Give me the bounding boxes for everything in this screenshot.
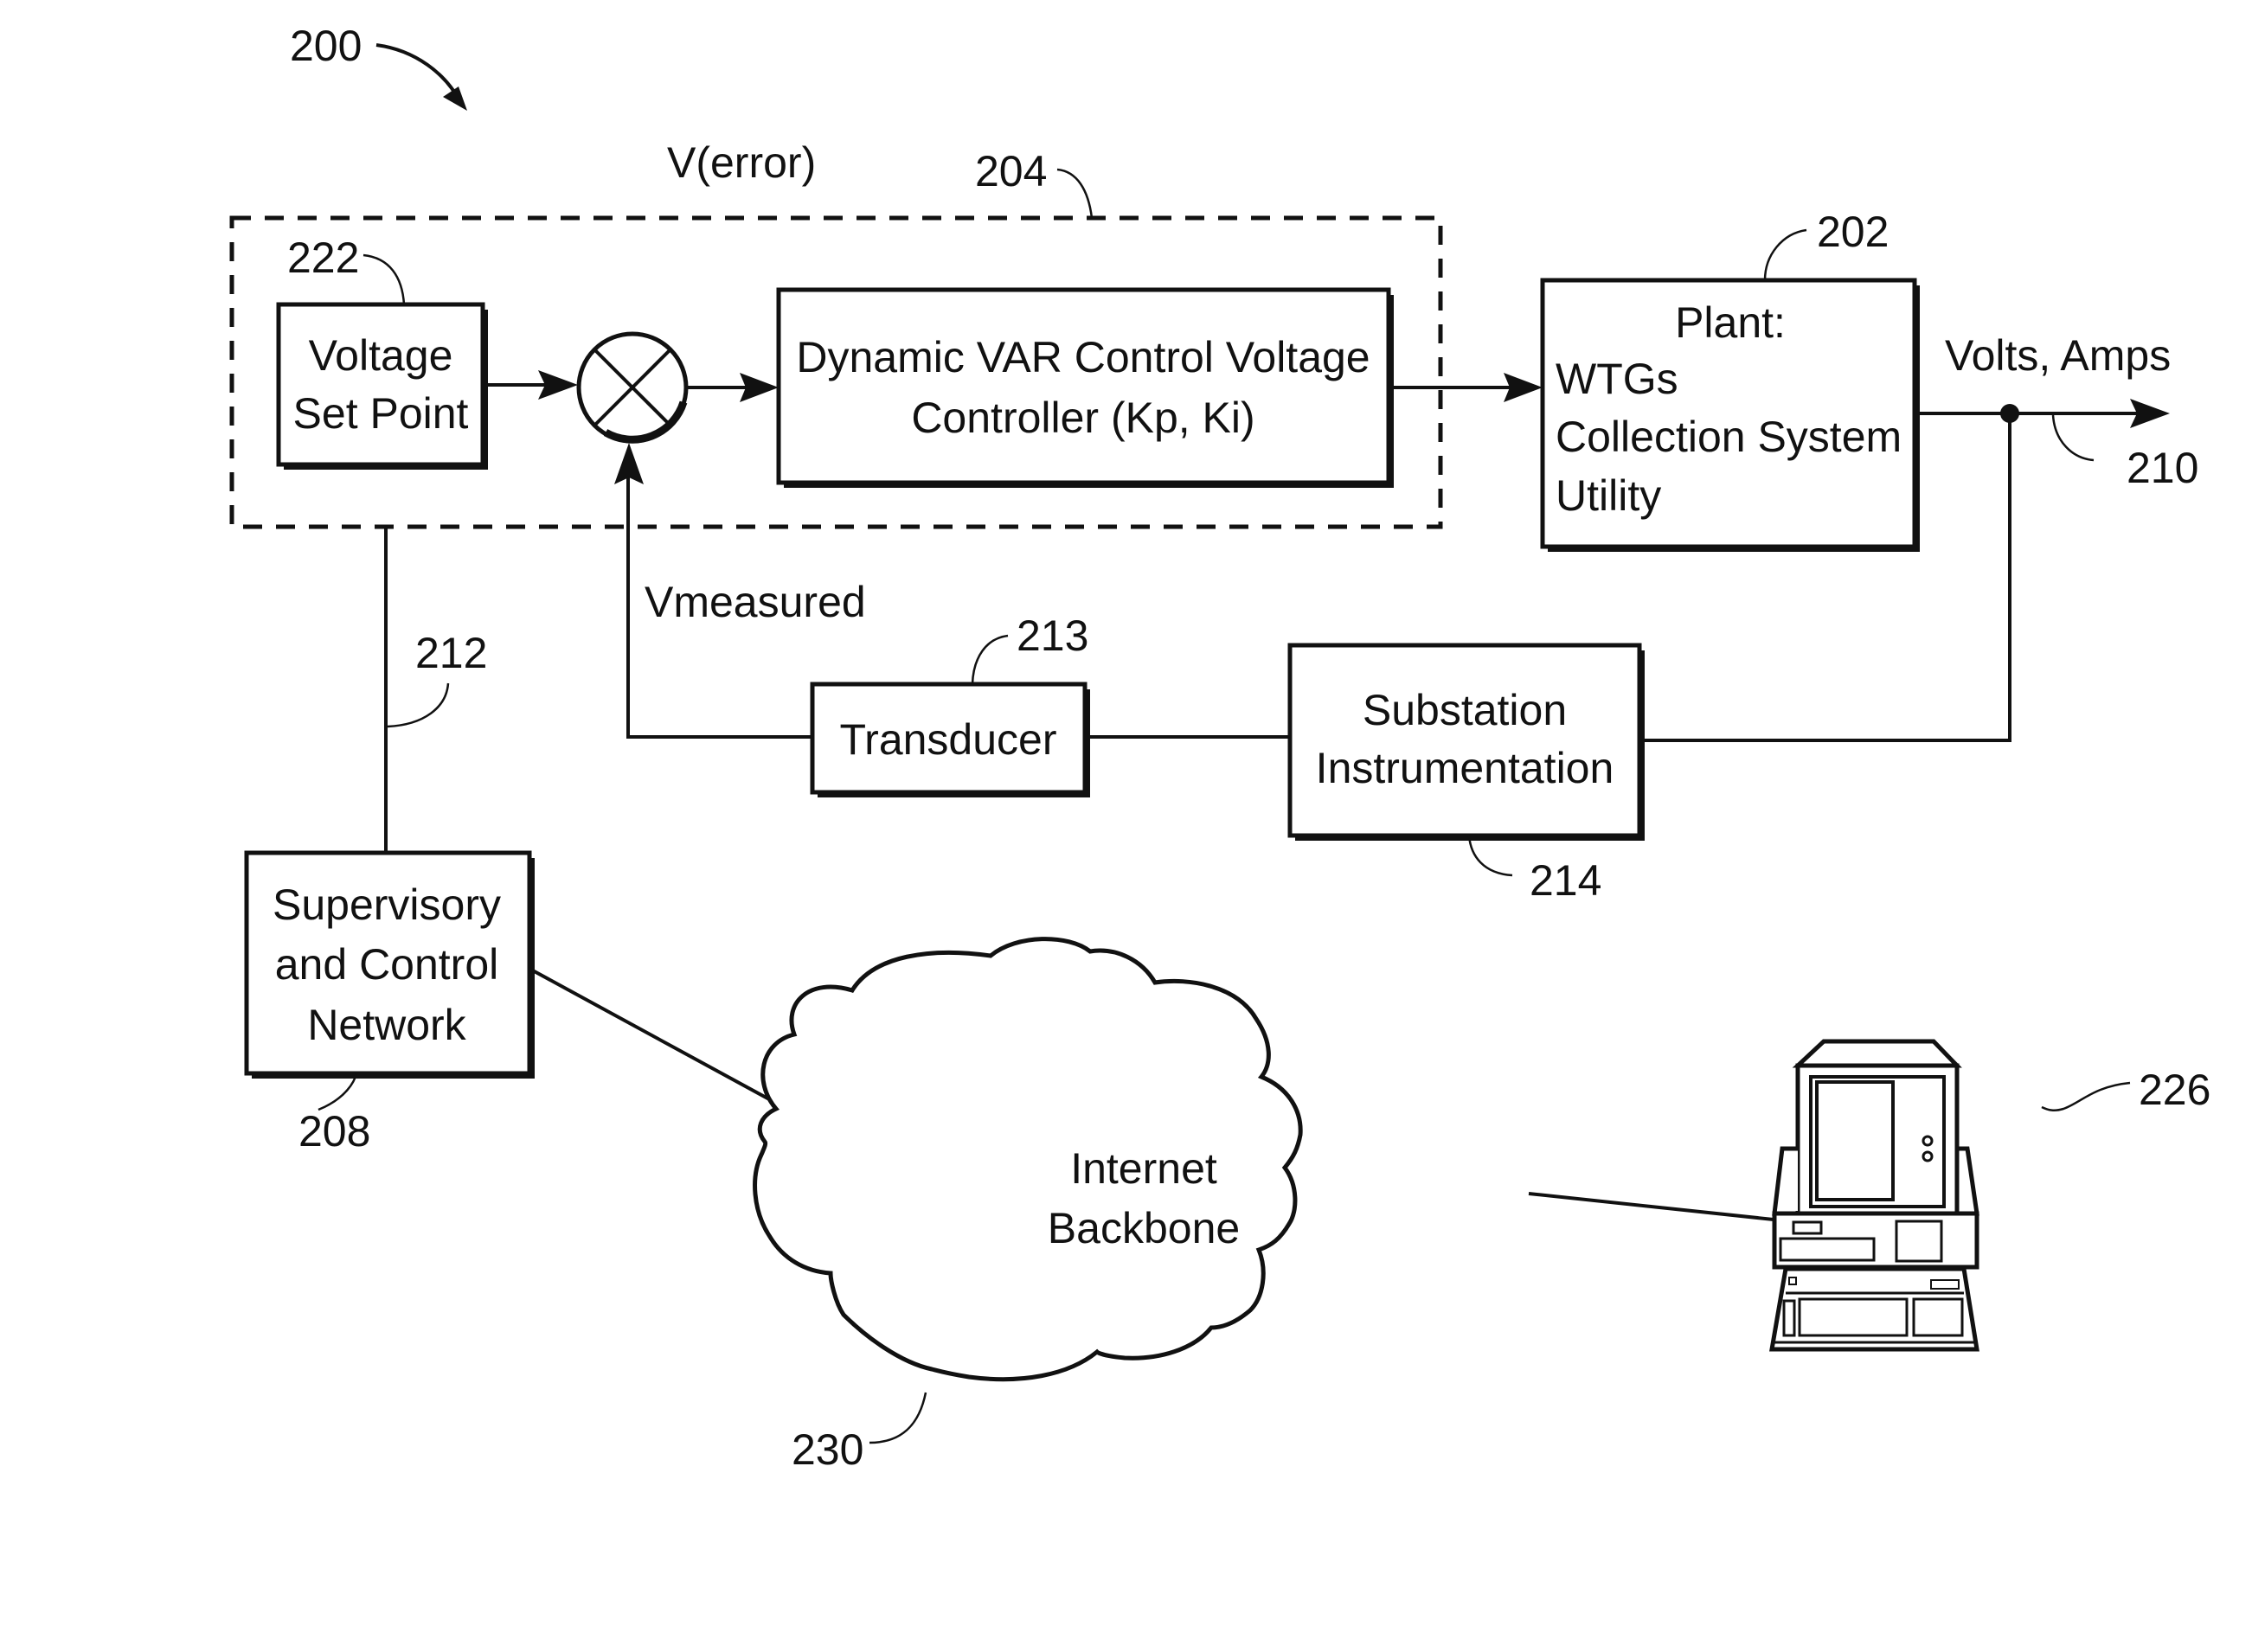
supervisory-link-leader <box>387 682 450 728</box>
output-ref: 210 <box>2127 444 2198 492</box>
transducer-block[interactable]: Transducer <box>810 682 1090 797</box>
plant-output-arrow <box>1915 399 2170 428</box>
internet-leader <box>869 1392 927 1444</box>
plant-ref: 202 <box>1817 208 1889 256</box>
voltage-set-point-leader <box>363 253 406 305</box>
vmeasured-label: Vmeasured <box>645 578 866 626</box>
transducer-label: Transducer <box>839 715 1056 764</box>
summing-junction-icon[interactable] <box>576 331 689 444</box>
computer-ref: 226 <box>2139 1066 2210 1114</box>
supervisory-leader <box>318 1073 358 1111</box>
substation-leader <box>1467 835 1513 877</box>
output-leader <box>2051 414 2095 462</box>
controller-group-ref: 204 <box>975 147 1047 195</box>
figure-pointer-arrow-icon <box>375 43 467 111</box>
volts-amps-label: Volts, Amps <box>1945 331 2171 380</box>
substation-line-2: Instrumentation <box>1316 744 1614 792</box>
v-error-label: V(error) <box>667 138 816 187</box>
supervisory-ref: 208 <box>298 1107 370 1156</box>
voltage-set-point-ref: 222 <box>287 234 359 282</box>
transducer-ref: 213 <box>1017 611 1088 660</box>
supervisory-line-3: Network <box>307 1001 466 1049</box>
supervisory-link-ref: 212 <box>415 629 487 677</box>
computer-leader <box>2041 1081 2131 1111</box>
figure-ref-number: 200 <box>290 22 362 70</box>
plant-line-collection: Collection System <box>1556 413 1902 461</box>
plant-line-wtgs: WTGs <box>1556 355 1678 403</box>
voltage-set-point-block[interactable]: Voltage Set Point <box>276 302 488 470</box>
voltage-set-point-line-2: Set Point <box>293 389 469 438</box>
supervisory-control-network-block[interactable]: Supervisory and Control Network <box>244 850 535 1079</box>
internet-line-1: Internet <box>1070 1144 1217 1193</box>
substation-ref: 214 <box>1530 856 1601 905</box>
controller-line-2: Controller (Kp, Ki) <box>911 394 1254 442</box>
voltage-set-point-line-1: Voltage <box>309 331 453 380</box>
wind-plant-control-diagram: 200 V(error) 204 222 Voltage Set Point D… <box>229 22 2210 1474</box>
plant-title: Plant: <box>1675 298 1786 347</box>
sum-to-controller-arrow <box>686 373 779 402</box>
plant-line-utility: Utility <box>1556 471 1661 520</box>
supervisory-line-1: Supervisory <box>273 880 501 929</box>
plant-block[interactable]: Plant: WTGs Collection System Utility <box>1540 278 1920 552</box>
substation-line-1: Substation <box>1363 686 1567 734</box>
controller-to-plant-arrow <box>1389 373 1543 402</box>
substation-instrumentation-block[interactable]: Substation Instrumentation <box>1287 643 1645 841</box>
controller-group-leader <box>1056 168 1094 219</box>
controller-line-1: Dynamic VAR Control Voltage <box>796 333 1370 381</box>
computer-workstation-icon[interactable] <box>1769 1039 1979 1352</box>
supervisory-line-2: and Control <box>275 940 499 989</box>
internet-line-2: Backbone <box>1048 1204 1240 1252</box>
voltage-controller-block[interactable]: Dynamic VAR Control Voltage Controller (… <box>776 287 1394 488</box>
transducer-leader <box>971 634 1009 685</box>
internet-to-computer-link <box>1528 1192 1791 1223</box>
setpoint-to-sum-arrow <box>483 370 578 400</box>
plant-leader <box>1763 228 1807 281</box>
internet-ref: 230 <box>792 1425 863 1474</box>
internet-backbone-cloud-icon[interactable]: Internet Backbone <box>752 937 1303 1382</box>
supervisory-to-internet-link <box>529 967 781 1107</box>
